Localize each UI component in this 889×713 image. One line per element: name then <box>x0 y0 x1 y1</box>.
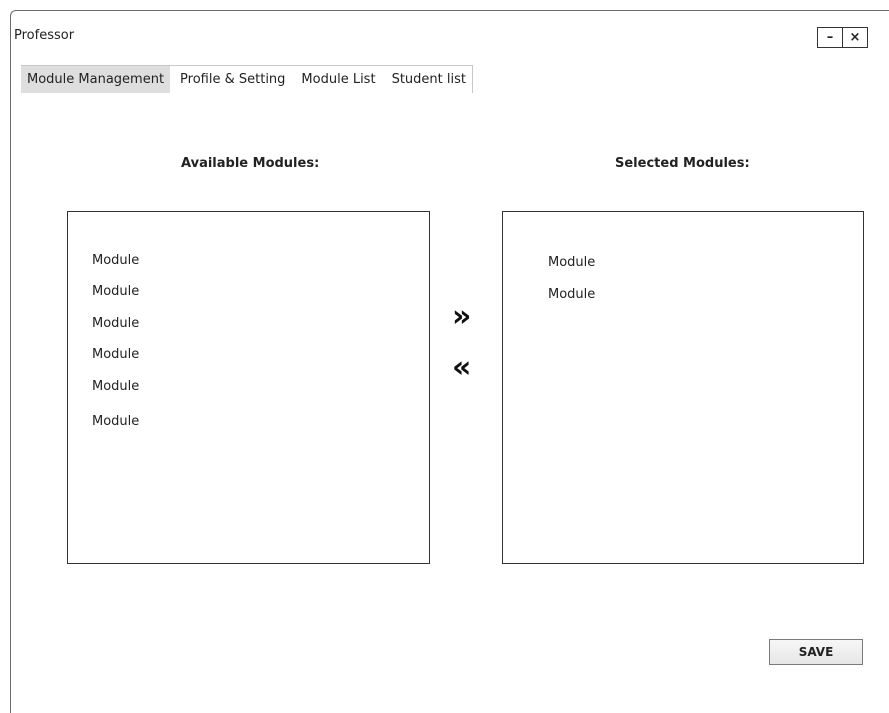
window-title: Professor <box>14 28 75 43</box>
list-item[interactable]: Module <box>92 284 139 299</box>
available-modules-heading: Available Modules: <box>181 156 320 171</box>
selected-modules-list[interactable]: Module Module <box>502 211 864 564</box>
minimize-button[interactable]: – <box>818 28 842 47</box>
save-button[interactable]: SAVE <box>769 639 863 665</box>
tab-module-management[interactable]: Module Management <box>21 66 171 93</box>
tab-profile-setting[interactable]: Profile & Setting <box>174 66 291 93</box>
tab-module-list[interactable]: Module List <box>295 66 381 93</box>
add-module-button[interactable]: » <box>452 302 472 332</box>
list-item[interactable]: Module <box>548 255 595 270</box>
tab-student-list[interactable]: Student list <box>386 66 472 93</box>
remove-module-button[interactable]: « <box>452 353 472 383</box>
list-item[interactable]: Module <box>92 414 139 429</box>
available-modules-list[interactable]: Module Module Module Module Module Modul… <box>67 211 430 564</box>
list-item[interactable]: Module <box>92 379 139 394</box>
list-item[interactable]: Module <box>548 287 595 302</box>
selected-modules-heading: Selected Modules: <box>615 156 750 171</box>
list-item[interactable]: Module <box>92 347 139 362</box>
window-controls: – × <box>817 27 868 48</box>
list-item[interactable]: Module <box>92 316 139 331</box>
list-item[interactable]: Module <box>92 253 139 268</box>
close-button[interactable]: × <box>842 28 867 47</box>
tab-bar: Module Management Profile & Setting Modu… <box>21 65 473 93</box>
